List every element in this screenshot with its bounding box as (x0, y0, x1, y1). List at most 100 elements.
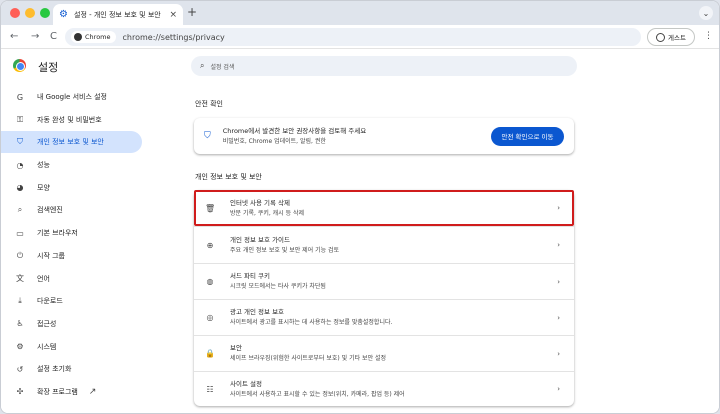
sidebar-item-label: 검색엔진 (37, 206, 63, 215)
sidebar-item-downloads[interactable]: ⤓ 다운로드 (1, 290, 142, 312)
site-info-chip[interactable]: Chrome (71, 31, 116, 43)
sidebar: G 내 Google 서비스 설정 ⚿ 자동 완성 및 비밀번호 ⛉ 개인 정보 보호… (1, 86, 142, 404)
row-subtitle: 세이프 브라우징(위험한 사이트로부터 보호) 및 기타 보안 설정 (230, 355, 387, 362)
google-icon: G (16, 92, 24, 102)
row-title: 보안 (230, 344, 242, 352)
row-title: 서드 파티 쿠키 (230, 272, 271, 280)
download-icon: ⤓ (18, 296, 22, 306)
profile-label: 게스트 (668, 34, 686, 42)
sidebar-item-system[interactable]: ⚙ 시스템 (1, 336, 142, 358)
row-ad-privacy[interactable]: ◎ 광고 개인 정보 보호사이트에서 광고를 표시하는 데 사용하는 정보를 맞… (194, 300, 574, 335)
sidebar-item-privacy[interactable]: ⛉ 개인 정보 보호 및 보안 (1, 131, 142, 154)
row-security[interactable]: 🔒 보안 세이프 브라우징(위험한 사이트로부터 보호) 및 기타 보안 설정 › (194, 336, 574, 371)
sliders-icon: ☷ (206, 384, 214, 394)
page-title: 설정 (38, 61, 59, 74)
settings-page: 설정 ⌕ 설정 검색 G 내 Google 서비스 설정 ⚿ 자동 완성 및 비밀번… (1, 49, 719, 413)
search-placeholder: 설정 검색 (210, 63, 235, 71)
row-site-settings[interactable]: ☷ 사이트 설정 사이트에서 사용하고 표시할 수 있는 정보(위치, 카메라, … (194, 372, 574, 406)
chrome-logo-icon (13, 59, 26, 72)
sidebar-item-label: 내 Google 서비스 설정 (37, 93, 107, 101)
gear-icon: ⚙ (59, 8, 68, 20)
tab-settings[interactable]: ⚙ 설정 - 개인 정보 보호 및 보안 × (53, 4, 183, 25)
external-link-icon: ↗ (88, 386, 97, 397)
safety-check-title: Chrome에서 발견한 보안 권장사항을 검토해 주세요 (222, 126, 367, 135)
tab-search-button[interactable]: ⌄ (699, 6, 713, 20)
search-icon: ⌕ (200, 61, 205, 70)
sidebar-item-label: 시스템 (37, 342, 57, 351)
lock-icon: 🔒 (205, 349, 215, 358)
search-input[interactable]: ⌕ 설정 검색 (191, 56, 577, 76)
sidebar-item-performance[interactable]: ◔ 성능 (1, 154, 142, 176)
speedometer-icon: ◔ (16, 160, 24, 170)
sidebar-item-search-engine[interactable]: ⌕ 검색엔진 (1, 199, 142, 221)
sidebar-item-appearance[interactable]: ◕ 모양 (1, 177, 142, 199)
tab-close-icon[interactable]: × (169, 10, 177, 20)
sidebar-item-google-services[interactable]: G 내 Google 서비스 설정 (1, 86, 142, 108)
chevron-right-icon: › (557, 385, 560, 393)
shield-icon: ⛉ (204, 131, 211, 141)
sidebar-item-reset[interactable]: ↺ 설정 초기화 (1, 358, 142, 380)
key-icon: ⚿ (16, 114, 24, 124)
search-icon: ⌕ (17, 205, 23, 215)
sidebar-item-label: 개인 정보 보호 및 보안 (37, 138, 104, 147)
wrench-icon: ⚙ (16, 342, 24, 352)
address-bar[interactable]: Chrome chrome://settings/privacy (65, 28, 641, 46)
power-icon: ⏻ (16, 250, 24, 260)
sidebar-item-extensions[interactable]: ✣ 확장 프로그램 ↗ (1, 381, 142, 403)
row-title: 광고 개인 정보 보호 (230, 308, 285, 316)
sidebar-item-accessibility[interactable]: ♿ 접근성 (1, 313, 142, 335)
maximize-window-button[interactable] (40, 8, 50, 18)
reset-icon: ↺ (16, 364, 24, 374)
forward-button[interactable]: → (31, 30, 39, 44)
tab-title: 설정 - 개인 정보 보호 및 보안 (74, 10, 161, 19)
row-subtitle: 주요 개인 정보 보호 및 보안 제어 기능 검토 (230, 246, 340, 254)
tab-strip: ⚙ 설정 - 개인 정보 보호 및 보안 × + ⌄ (1, 1, 719, 25)
minimize-window-button[interactable] (25, 8, 35, 18)
translate-icon: 文 (16, 274, 24, 283)
profile-button[interactable]: 게스트 (647, 28, 695, 46)
sidebar-item-label: 시작 그룹 (37, 251, 65, 260)
compass-icon: ⊕ (206, 240, 214, 250)
chevron-right-icon: › (557, 313, 560, 322)
puzzle-icon: ✣ (16, 387, 24, 397)
section-title-safety-check: 안전 확인 (195, 100, 223, 108)
sidebar-item-label: 확장 프로그램 (37, 387, 78, 396)
safety-check-card: ⛉ Chrome에서 발견한 보안 권장사항을 검토해 주세요 비밀번호, Ch… (194, 118, 574, 154)
sidebar-item-label: 언어 (37, 274, 50, 283)
sidebar-item-label: 자동 완성 및 비밀번호 (37, 115, 102, 124)
user-icon (656, 32, 666, 42)
reload-button[interactable]: C (50, 30, 57, 44)
row-third-party-cookies[interactable]: ◍ 서드 파티 쿠키 시크릿 모드에서는 타사 쿠키가 차단됨 › (194, 264, 574, 299)
url-text: chrome://settings/privacy (122, 32, 225, 42)
chevron-right-icon: › (557, 241, 560, 249)
highlight-box (194, 190, 574, 226)
row-title: 사이트 설정 (230, 379, 262, 388)
browser-window: ⚙ 설정 - 개인 정보 보호 및 보안 × + ⌄ ← → C Chrome … (0, 0, 720, 414)
sidebar-item-label: 기본 브라우저 (37, 229, 78, 238)
cookie-icon: ◍ (206, 277, 214, 286)
row-privacy-guide[interactable]: ⊕ 개인 정보 보호 가이드 주요 개인 정보 보호 및 보안 제어 기능 검토 … (194, 227, 574, 263)
row-title: 개인 정보 보호 가이드 (230, 235, 291, 244)
sidebar-item-languages[interactable]: 文 언어 (1, 268, 142, 290)
close-window-button[interactable] (10, 8, 20, 18)
sidebar-item-default-browser[interactable]: ▭ 기본 브라우저 (1, 222, 142, 244)
go-to-safety-check-button[interactable]: 안전 확인으로 이동 (491, 126, 564, 146)
sidebar-item-label: 접근성 (37, 319, 57, 328)
new-tab-button[interactable]: + (187, 5, 197, 19)
sidebar-item-autofill[interactable]: ⚿ 자동 완성 및 비밀번호 (1, 109, 142, 131)
sidebar-item-label: 다운로드 (37, 297, 63, 306)
row-subtitle: 시크릿 모드에서는 타사 쿠키가 차단됨 (230, 283, 326, 290)
chrome-icon (74, 33, 82, 41)
sidebar-item-label: 설정 초기화 (37, 365, 72, 374)
menu-button[interactable]: ⋮ (704, 31, 713, 41)
palette-icon: ◕ (16, 183, 24, 193)
sidebar-item-label: 모양 (37, 183, 50, 192)
site-chip-label: Chrome (85, 33, 111, 41)
ad-privacy-icon: ◎ (206, 313, 214, 322)
toolbar: ← → C Chrome chrome://settings/privacy 게… (1, 25, 719, 49)
sidebar-item-on-startup[interactable]: ⏻ 시작 그룹 (1, 245, 142, 267)
row-subtitle: 사이트에서 광고를 표시하는 데 사용하는 정보를 맞춤설정합니다. (230, 319, 393, 326)
sidebar-item-label: 성능 (37, 161, 50, 170)
accessibility-icon: ♿ (16, 319, 24, 329)
back-button[interactable]: ← (10, 30, 18, 44)
